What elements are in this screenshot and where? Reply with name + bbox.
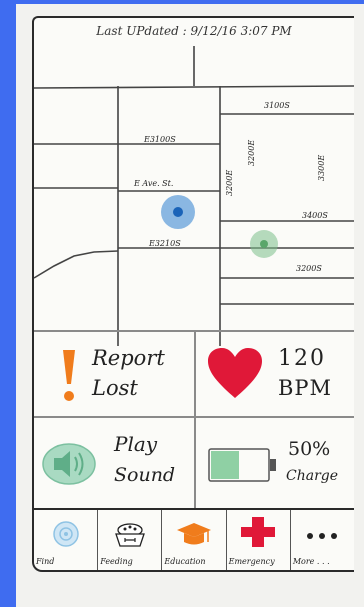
food-bowl-icon [114, 523, 145, 547]
more-dots-icon [307, 533, 338, 539]
lost-label: Lost [92, 376, 138, 400]
nav-education[interactable]: Education [162, 510, 227, 570]
battery-tile: 50% Charge [194, 416, 354, 508]
exclamation-icon [63, 350, 75, 401]
street-label: 3300E [317, 155, 326, 181]
street-label: E Ave. St. [133, 179, 173, 188]
report-lost-tile[interactable]: Report Lost [34, 330, 194, 416]
map-canvas[interactable]: E3100S E Ave. St. E3210S 3200E 3300E 320… [34, 46, 354, 348]
nav-more-label: More . . . [292, 557, 330, 566]
nav-emergency-label: Emergency [228, 557, 275, 566]
battery-percent: 50% [288, 438, 331, 460]
street-label: 3200E [247, 140, 256, 166]
play-sound-tile[interactable]: Play Sound [34, 416, 194, 508]
bpm-unit: BPM [278, 376, 333, 400]
nav-feeding-label: Feeding [100, 557, 133, 566]
battery-charge-label: Charge [286, 468, 339, 484]
nav-find-label: Find [36, 557, 55, 566]
nav-find[interactable]: Find [34, 510, 99, 570]
nav-feeding[interactable]: Feeding [98, 510, 163, 570]
street-label: E3210S [148, 239, 181, 248]
heart-rate-tile[interactable]: 120 BPM [194, 330, 354, 416]
nav-more[interactable]: More . . . [291, 510, 354, 570]
map-view[interactable]: E3100S E Ave. St. E3210S 3200E 3300E 320… [34, 46, 354, 348]
bottom-nav: Find Feeding Education Emergency More . … [34, 508, 354, 570]
street-label: 3200E [225, 170, 234, 196]
bpm-value: 120 [278, 346, 326, 371]
speaker-icon [42, 443, 96, 485]
street-label: E3100S [143, 135, 176, 144]
red-cross-icon [241, 517, 276, 547]
battery-fill [211, 451, 239, 479]
nav-emergency[interactable]: Emergency [227, 510, 291, 570]
street-label: 3400S [302, 211, 328, 220]
sound-label: Sound [114, 464, 176, 486]
graduation-cap-icon [177, 523, 211, 545]
street-label: 3200S [296, 264, 322, 273]
street-label: 3100S [264, 101, 290, 110]
report-label: Report [92, 346, 165, 370]
target-icon [52, 521, 79, 547]
phone-screen: Last UPdated : 9/12/16 3:07 PM E3100S E … [32, 16, 354, 572]
heart-icon [208, 348, 262, 398]
battery-icon [208, 448, 276, 482]
play-label: Play [114, 432, 158, 456]
last-updated-label: Last UPdated : 9/12/16 3:07 PM [96, 24, 292, 38]
nav-education-label: Education [164, 557, 206, 566]
